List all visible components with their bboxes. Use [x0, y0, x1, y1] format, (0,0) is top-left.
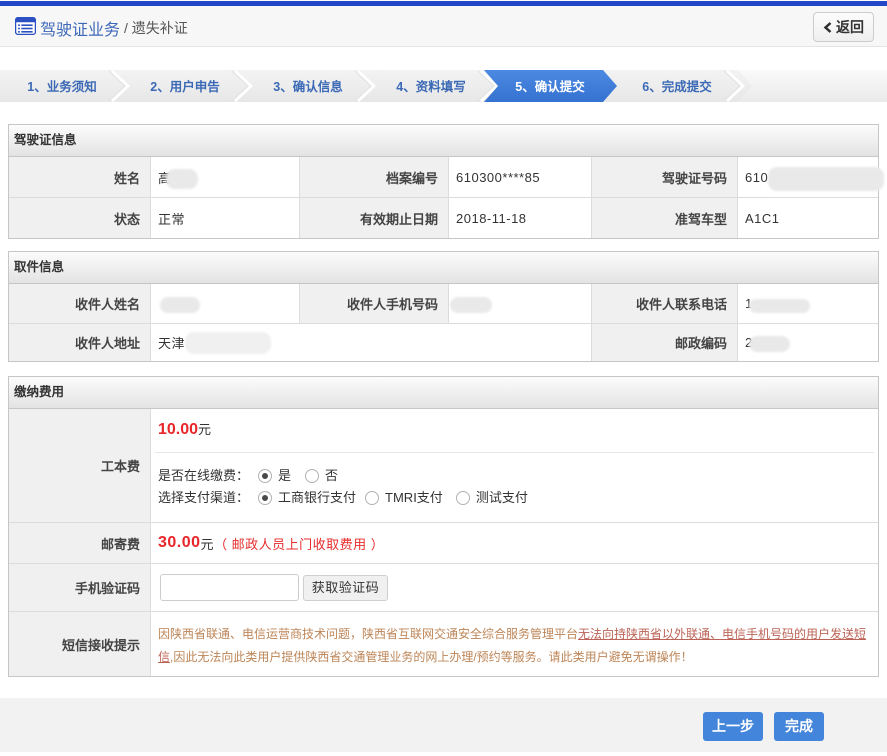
svg-text:1、业务须知: 1、业务须知 [27, 79, 96, 94]
svg-text:5、确认提交: 5、确认提交 [515, 79, 585, 94]
svg-text:3、确认信息: 3、确认信息 [273, 79, 343, 94]
svg-text:6、完成提交: 6、完成提交 [642, 79, 712, 94]
svg-text:4、资料填写: 4、资料填写 [396, 79, 465, 94]
svg-text:2、用户申告: 2、用户申告 [150, 79, 220, 94]
